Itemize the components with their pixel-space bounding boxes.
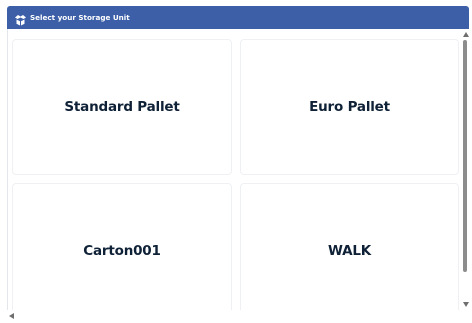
storage-unit-card-carton001[interactable]: Carton001 [12,183,232,310]
storage-unit-label: Euro Pallet [309,99,390,115]
vertical-scroll-thumb[interactable] [463,40,467,272]
vertical-scrollbar[interactable] [462,29,469,310]
dialog-title: Select your Storage Unit [30,13,130,22]
storage-unit-dialog: Select your Storage Unit Standard Pallet… [7,6,469,319]
storage-unit-grid: Standard Pallet Euro Pallet Carton001 WA… [7,29,469,310]
storage-unit-card-walk[interactable]: WALK [240,183,459,310]
storage-unit-label: WALK [328,243,371,259]
storage-unit-label: Standard Pallet [64,99,180,115]
box-open-icon [14,11,27,26]
scroll-up-icon[interactable] [462,31,469,38]
dialog-header: Select your Storage Unit [7,6,469,29]
storage-unit-label: Carton001 [83,243,161,259]
scroll-left-icon[interactable] [9,304,15,319]
storage-unit-card-standard-pallet[interactable]: Standard Pallet [12,39,232,175]
horizontal-scrollbar[interactable] [7,304,469,319]
storage-unit-card-euro-pallet[interactable]: Euro Pallet [240,39,459,175]
